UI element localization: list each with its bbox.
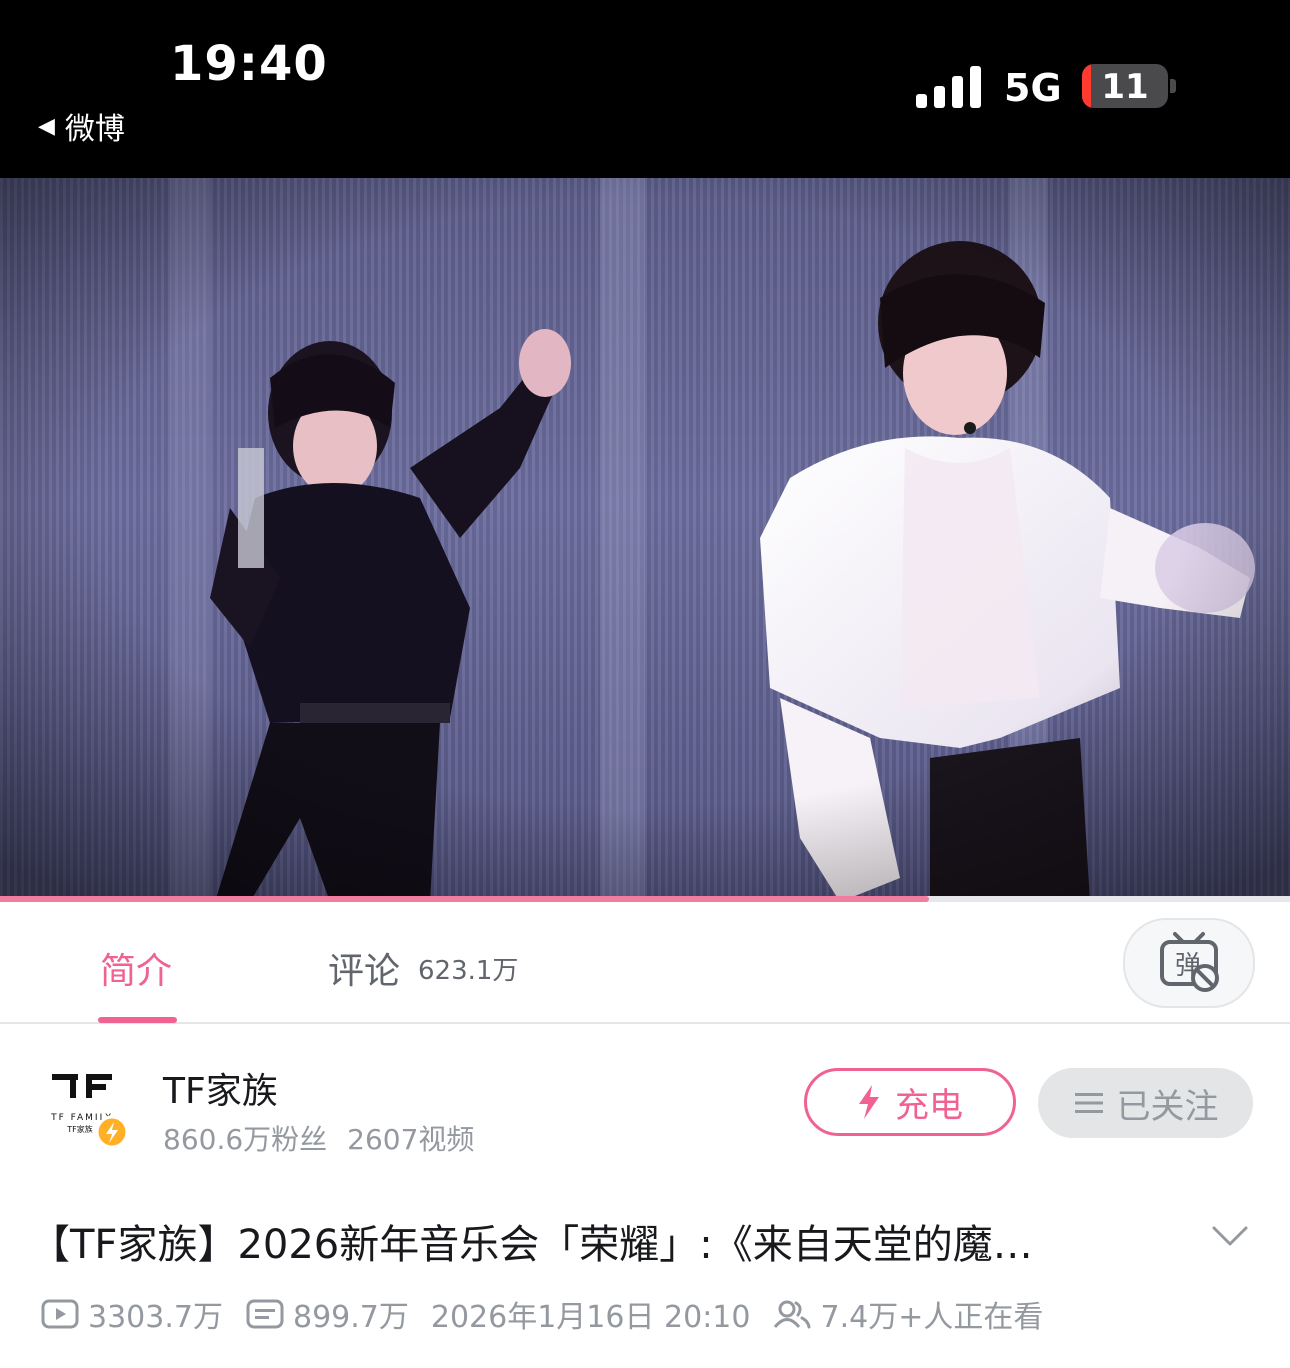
lightning-icon — [857, 1084, 881, 1120]
battery-icon: 11 — [1082, 64, 1168, 108]
video-player[interactable] — [0, 178, 1290, 902]
back-to-app-button[interactable]: ◀ 微博 — [38, 104, 125, 148]
follow-label: 已关注 — [1116, 1086, 1219, 1127]
video-title[interactable]: 【TF家族】2026新年音乐会「荣耀」:《来自天堂的魔… — [30, 1212, 1180, 1270]
uploader-fans: 860.6万粉丝 — [163, 1123, 328, 1156]
danmaku-count: 899.7万 — [292, 1300, 409, 1335]
battery-tip-icon — [1170, 79, 1176, 93]
back-app-label: 微博 — [64, 112, 125, 147]
video-frame-image — [0, 178, 1290, 902]
publish-date: 2026年1月16日 20:10 — [430, 1300, 751, 1335]
watching-now: 7.4万+人正在看 — [820, 1300, 1044, 1335]
danmaku-count-icon — [245, 1298, 285, 1330]
menu-lines-icon — [1073, 1090, 1105, 1116]
danmaku-off-icon: 弹 — [1160, 932, 1219, 992]
charge-label: 充电 — [895, 1085, 963, 1126]
viewers-icon — [772, 1298, 812, 1330]
video-meta: 3303.7万 899.7万 2026年1月16日 20:10 7.4万+人正在… — [40, 1292, 1043, 1336]
tab-intro[interactable]: 简介 — [100, 942, 172, 994]
comments-count[interactable]: 623.1万 — [418, 950, 518, 987]
uploader-avatar[interactable]: TF FAMILY TF家族 — [40, 1060, 130, 1150]
play-count: 3303.7万 — [88, 1300, 223, 1335]
uploader-stats: 860.6万粉丝 2607视频 — [163, 1118, 474, 1158]
status-bar: 19:40 ◀ 微博 5G 11 — [0, 0, 1290, 178]
signal-icon — [916, 66, 982, 108]
status-time: 19:40 — [170, 36, 328, 92]
svg-text:TF家族: TF家族 — [66, 1124, 93, 1134]
network-type: 5G — [1004, 66, 1062, 110]
uploader-videos: 2607视频 — [347, 1123, 475, 1156]
battery-percent: 11 — [1101, 67, 1149, 107]
danmaku-toggle-button[interactable]: 弹 — [1123, 918, 1255, 1008]
charge-button[interactable]: 充电 — [804, 1068, 1016, 1136]
uploader-name[interactable]: TF家族 — [163, 1062, 278, 1114]
active-tab-indicator — [98, 1017, 177, 1023]
follow-button[interactable]: 已关注 — [1038, 1068, 1253, 1138]
tab-comments[interactable]: 评论 — [328, 942, 400, 994]
tab-bar: 简介 评论 623.1万 — [0, 902, 1290, 1024]
tf-family-logo: TF FAMILY TF家族 — [50, 1074, 129, 1149]
play-count-icon — [40, 1298, 80, 1330]
expand-chevron-icon[interactable] — [1210, 1222, 1250, 1254]
back-arrow-icon: ◀ — [38, 113, 55, 139]
